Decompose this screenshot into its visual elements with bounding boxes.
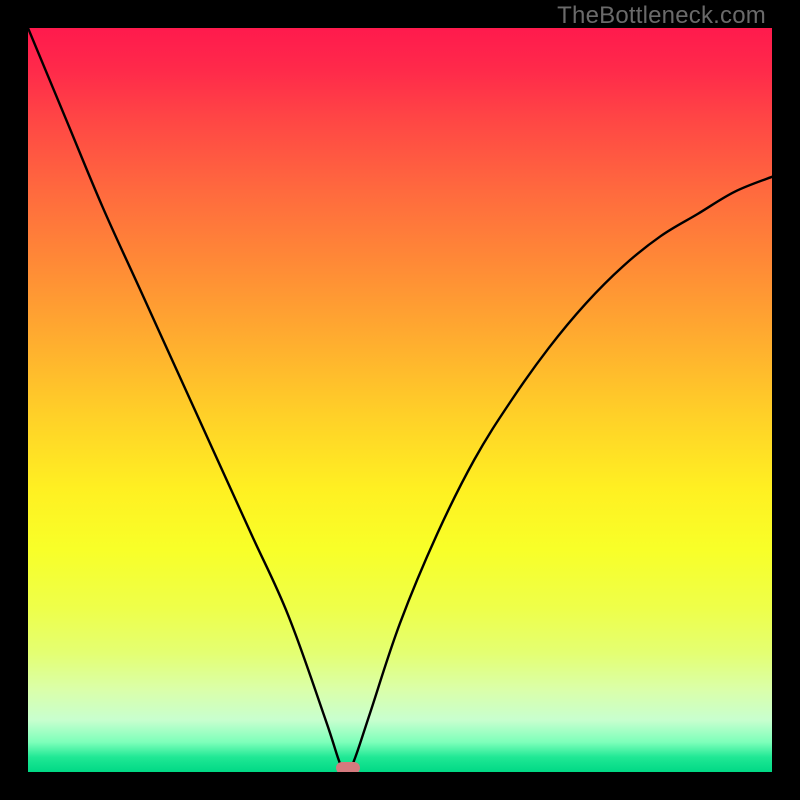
bottleneck-curve [28, 28, 772, 772]
minimum-marker-icon [336, 762, 360, 772]
plot-area [28, 28, 772, 772]
curve-layer [28, 28, 772, 772]
watermark-text: TheBottleneck.com [557, 2, 766, 30]
